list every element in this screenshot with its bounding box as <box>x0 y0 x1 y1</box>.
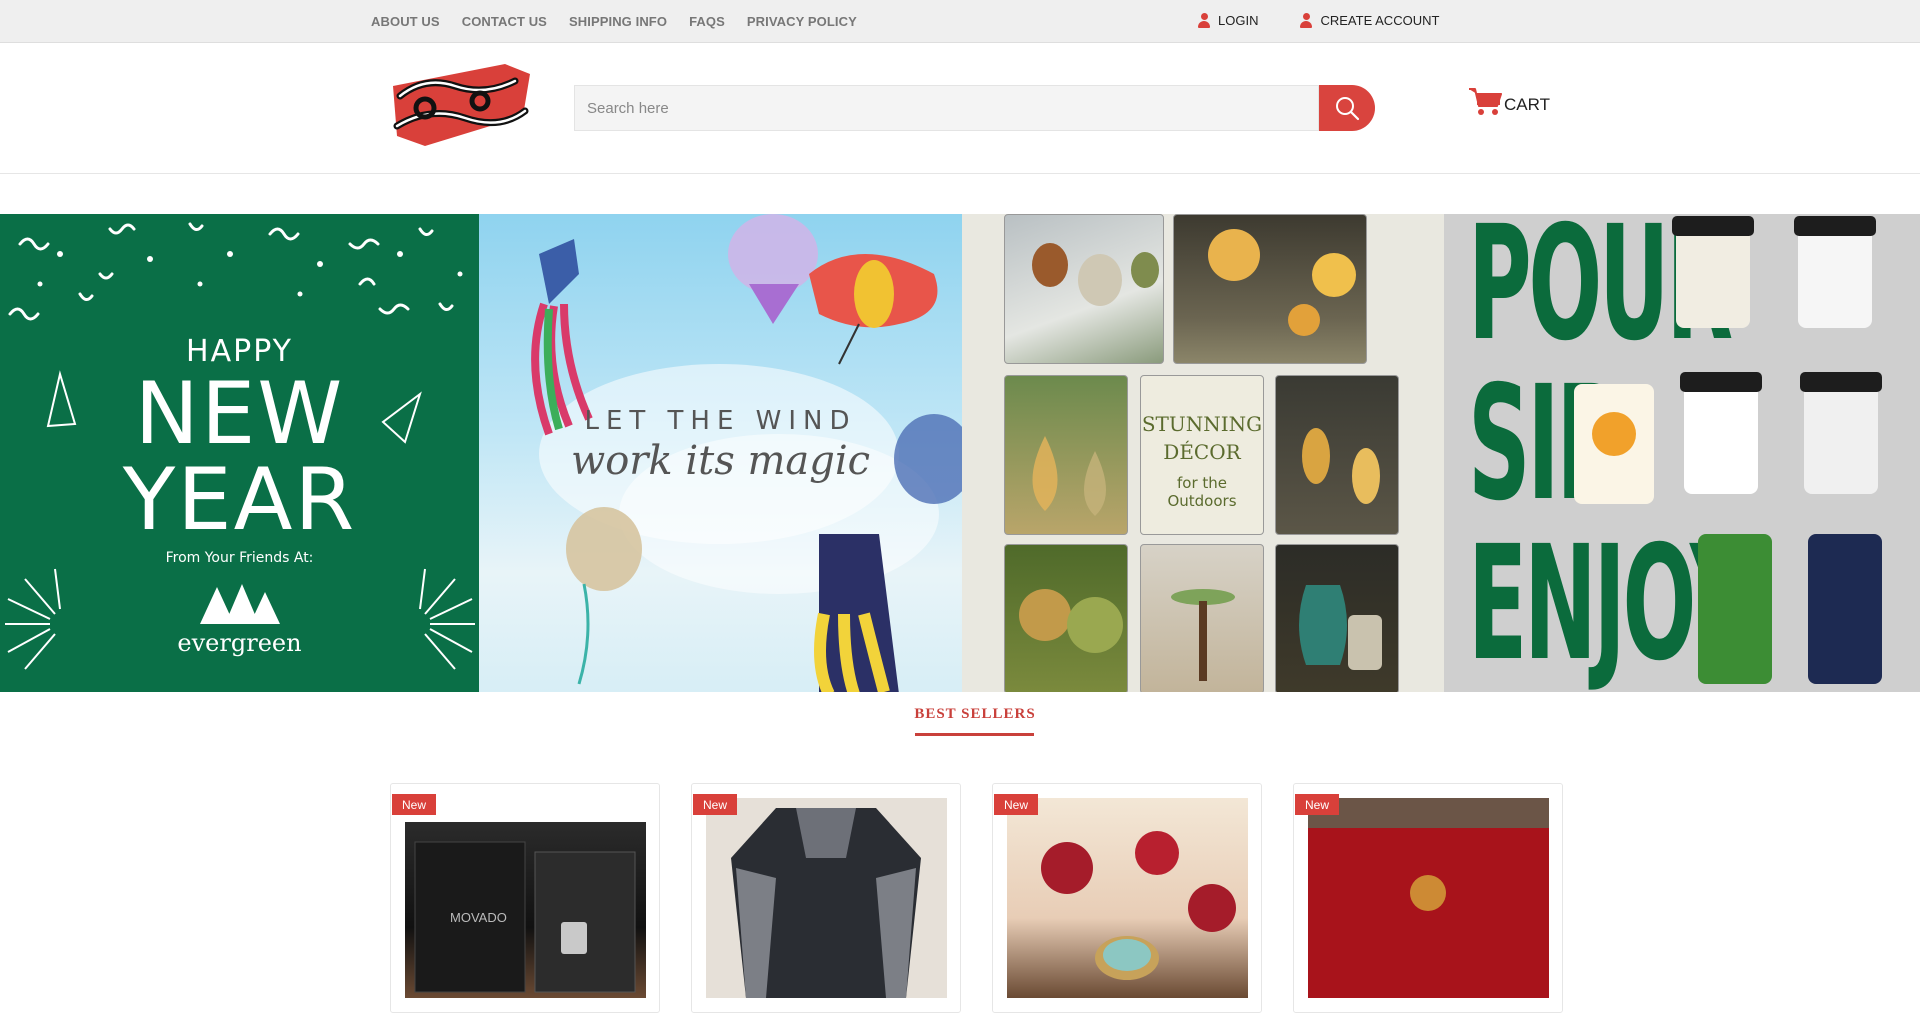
contact-us-link[interactable]: CONTACT US <box>462 14 547 29</box>
search-bar <box>574 85 1375 131</box>
shipping-info-link[interactable]: SHIPPING INFO <box>569 14 667 29</box>
decor-line2: DÉCOR <box>1163 440 1241 464</box>
cart-link[interactable]: CART <box>1468 87 1550 117</box>
product-grid: New MOVADO New New New <box>390 783 1563 1013</box>
product-card[interactable]: New MOVADO <box>390 783 660 1013</box>
evergreen-brand-text: evergreen <box>177 629 302 657</box>
banner-from-text: From Your Friends At: <box>165 550 314 566</box>
banner-pour-sip-enjoy[interactable]: POUR SIP ENJOY <box>1444 214 1920 692</box>
site-header: CART <box>0 43 1920 174</box>
about-us-link[interactable]: ABOUT US <box>371 14 440 29</box>
privacy-policy-link[interactable]: PRIVACY POLICY <box>747 14 857 29</box>
decor-image-glow-lights <box>1173 214 1367 364</box>
faqs-link[interactable]: FAQS <box>689 14 725 29</box>
user-icon <box>1300 13 1313 28</box>
decor-promo-card: STUNNING DÉCOR for the Outdoors <box>1140 375 1264 535</box>
product-image-watch-box[interactable]: MOVADO <box>405 822 646 998</box>
cart-label: CART <box>1504 95 1550 114</box>
account-links: LOGIN CREATE ACCOUNT <box>1198 13 1439 28</box>
top-nav: ABOUT US CONTACT US SHIPPING INFO FAQS P… <box>371 14 857 29</box>
decor-line4: Outdoors <box>1167 492 1237 510</box>
decor-line1: STUNNING <box>1141 412 1263 436</box>
login-label: LOGIN <box>1218 13 1259 28</box>
banner-outdoor-decor[interactable]: STUNNING DÉCOR for the Outdoors <box>962 214 1444 692</box>
login-link[interactable]: LOGIN <box>1198 13 1258 28</box>
product-image-ring[interactable] <box>1007 798 1248 998</box>
decor-image-lanterns-teal <box>1275 544 1399 692</box>
new-badge: New <box>693 794 738 815</box>
heading-underline <box>915 733 1034 736</box>
product-card[interactable]: New <box>1293 783 1563 1013</box>
create-account-label: CREATE ACCOUNT <box>1320 13 1440 28</box>
decor-image-moss-plates <box>1004 544 1128 692</box>
travel-mugs-graphic <box>1574 216 1882 684</box>
user-icon <box>1198 13 1210 28</box>
decor-image-lanterns <box>1004 214 1164 364</box>
top-bar: ABOUT US CONTACT US SHIPPING INFO FAQS P… <box>0 0 1920 43</box>
banner-wind-title: LET THE WIND <box>584 406 857 436</box>
logo-graphic <box>393 64 530 146</box>
cart-icon <box>1469 88 1502 115</box>
best-sellers-heading: BEST SELLERS <box>914 706 1036 722</box>
product-card[interactable]: New <box>691 783 961 1013</box>
search-icon <box>1336 97 1360 121</box>
evergreen-trees-icon <box>200 584 280 624</box>
new-badge: New <box>994 794 1039 815</box>
create-account-link[interactable]: CREATE ACCOUNT <box>1300 13 1439 28</box>
banner-year-text: YEAR <box>122 450 357 550</box>
banner-new-year[interactable]: HAPPY NEW YEAR From Your Friends At: eve… <box>0 214 479 692</box>
decor-image-side-table <box>1140 544 1264 692</box>
decor-image-hanging-lamps <box>1275 375 1399 535</box>
product-card[interactable]: New <box>992 783 1262 1013</box>
search-button[interactable] <box>1319 85 1375 131</box>
decor-image-glass-terrariums <box>1004 375 1128 535</box>
hero-banner[interactable]: HAPPY NEW YEAR From Your Friends At: eve… <box>0 214 1920 692</box>
banner-wind-subtitle: work its magic <box>570 438 871 484</box>
svg-text:MOVADO: MOVADO <box>450 910 507 925</box>
decor-line3: for the <box>1176 474 1227 492</box>
search-input[interactable] <box>574 85 1320 131</box>
new-badge: New <box>1295 794 1340 815</box>
new-badge: New <box>392 794 437 815</box>
banner-new-text: NEW <box>134 364 345 464</box>
banner-wind-spinners[interactable]: LET THE WIND work its magic <box>479 214 962 692</box>
product-image-jacket[interactable] <box>706 798 947 998</box>
product-image-red-box[interactable] <box>1308 798 1549 998</box>
site-logo[interactable] <box>385 56 535 151</box>
